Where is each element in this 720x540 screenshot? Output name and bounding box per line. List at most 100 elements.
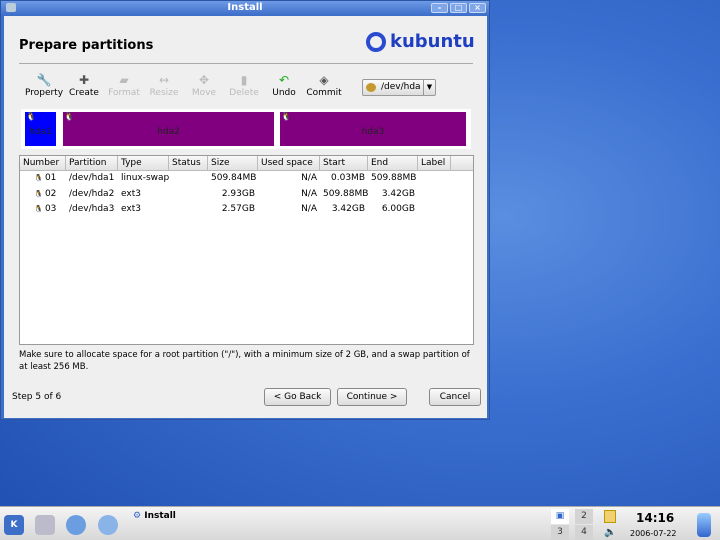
cell-type: ext3 <box>121 204 141 214</box>
divider <box>19 63 473 64</box>
cell-size: 2.93GB <box>221 188 255 199</box>
desktop-1[interactable]: ▣ <box>551 509 569 524</box>
partition-block-hda1[interactable]: 🐧 hda1 <box>25 112 56 146</box>
cell-size: 2.57GB <box>221 204 255 214</box>
desktop-3[interactable]: 3 <box>551 525 569 540</box>
tux-icon: 🐧 <box>34 174 45 182</box>
partition-hint: Make sure to allocate space for a root p… <box>19 350 470 372</box>
cell-status <box>169 171 208 187</box>
cell-status <box>169 202 208 218</box>
desktop-icon[interactable] <box>35 515 55 535</box>
table-row[interactable]: 🐧 02/dev/hda2 ext3 2.93GB N/A 509.88MB 3.42GB <box>20 187 473 203</box>
move-icon: ✥ <box>198 73 210 87</box>
device-select[interactable]: /dev/hda ▼ <box>362 79 436 96</box>
wrench-icon: 🔧 <box>36 73 52 87</box>
desktop-4[interactable]: 4 <box>575 525 593 540</box>
partition-block-hda3[interactable]: 🐧 hda3 <box>280 112 466 146</box>
cell-end: 3.42GB <box>381 188 415 199</box>
resize-button[interactable]: ↔ Resize <box>144 72 184 98</box>
partition-toolbar: 🔧 Property ✚ Create ▰ Format ↔ Resize ✥ Move … <box>24 72 344 98</box>
undo-button[interactable]: ↶ Undo <box>264 72 304 98</box>
clipboard-icon[interactable] <box>604 510 616 523</box>
konqueror-icon[interactable] <box>66 515 86 535</box>
clock-date[interactable]: 2006-07-22 <box>630 529 677 538</box>
trash-icon: ▮ <box>240 73 248 87</box>
maximize-button[interactable]: □ <box>450 3 467 13</box>
cell-label <box>418 171 451 187</box>
create-icon: ✚ <box>78 73 90 87</box>
property-button[interactable]: 🔧 Property <box>24 72 64 98</box>
chevron-down-icon[interactable]: ▼ <box>423 80 435 95</box>
cell-used-space: N/A <box>301 204 317 214</box>
tux-icon: 🐧 <box>281 112 291 121</box>
cell-type: linux-swap <box>121 173 170 183</box>
install-icon: ⚙ <box>133 511 142 521</box>
col-start[interactable]: Start <box>320 156 368 170</box>
clock-time[interactable]: 14:16 <box>636 511 674 525</box>
minimize-button[interactable]: – <box>431 3 448 13</box>
cell-type: ext3 <box>121 188 141 199</box>
col-number[interactable]: Number <box>20 156 66 170</box>
tux-icon: 🐧 <box>34 189 45 198</box>
cell-start: 0.03MB <box>331 173 365 183</box>
app-icon[interactable] <box>6 3 16 12</box>
create-button[interactable]: ✚ Create <box>64 72 104 98</box>
continue-button[interactable]: Continue > <box>337 388 407 406</box>
cell-used-space: N/A <box>301 173 317 183</box>
install-window: Install – □ × Prepare partitions kubuntu 🔧… <box>0 0 490 420</box>
cell-number: 🐧 03 <box>34 204 57 214</box>
cell-end: 509.88MB <box>371 173 417 183</box>
tux-icon: 🐧 <box>64 112 74 121</box>
cell-end: 6.00GB <box>381 204 415 214</box>
partition-block-hda2[interactable]: 🐧 hda2 <box>63 112 274 146</box>
close-button[interactable]: × <box>469 3 486 13</box>
tux-icon: 🐧 <box>26 112 36 121</box>
partition-bar: 🐧 hda1 🐧 hda2 🐧 hda3 <box>21 109 471 149</box>
cell-label <box>418 187 451 203</box>
partition-table[interactable]: Number Partition Type Status Size Used s… <box>19 155 474 345</box>
step-indicator: Step 5 of 6 <box>12 392 62 402</box>
page-title: Prepare partitions <box>19 38 154 53</box>
commit-icon: ◈ <box>319 73 329 87</box>
eraser-icon: ▰ <box>119 73 129 87</box>
cancel-button[interactable]: Cancel <box>429 388 481 406</box>
move-button[interactable]: ✥ Move <box>184 72 224 98</box>
go-back-button[interactable]: < Go Back <box>264 388 331 406</box>
format-button[interactable]: ▰ Format <box>104 72 144 98</box>
cell-partition: /dev/hda3 <box>69 204 115 214</box>
col-type[interactable]: Type <box>118 156 169 170</box>
kubuntu-logo: kubuntu <box>366 31 475 52</box>
delete-button[interactable]: ▮ Delete <box>224 72 264 98</box>
browser-icon[interactable] <box>98 515 118 535</box>
col-status[interactable]: Status <box>169 156 208 170</box>
col-end[interactable]: End <box>368 156 418 170</box>
task-install[interactable]: ⚙ Install <box>133 511 176 521</box>
title-bar[interactable]: Install – □ × <box>1 1 489 15</box>
table-row[interactable]: 🐧 01/dev/hda1 linux-swap 509.84MB N/A 0.03MB… <box>20 171 473 187</box>
col-size[interactable]: Size <box>208 156 258 170</box>
cell-partition: /dev/hda2 <box>69 188 115 199</box>
cell-size: 509.84MB <box>211 173 257 183</box>
cell-start: 3.42GB <box>331 204 365 214</box>
desktop-2[interactable]: 2 <box>575 509 593 524</box>
cell-used-space: N/A <box>301 188 317 199</box>
col-partition[interactable]: Partition <box>66 156 118 170</box>
cell-start: 509.88MB <box>323 188 369 199</box>
window-content: Prepare partitions kubuntu 🔧 Property ✚ Cr… <box>4 16 487 418</box>
trash-icon[interactable] <box>697 513 711 537</box>
cell-number: 🐧 01 <box>34 173 57 183</box>
table-row[interactable]: 🐧 03/dev/hda3 ext3 2.57GB N/A 3.42GB 6.00GB <box>20 202 473 218</box>
cell-status <box>169 187 208 203</box>
resize-icon: ↔ <box>158 73 170 87</box>
table-header: Number Partition Type Status Size Used s… <box>20 156 473 171</box>
undo-icon: ↶ <box>278 73 290 87</box>
volume-icon[interactable]: 🔈 <box>604 527 616 538</box>
col-used-space[interactable]: Used space <box>258 156 320 170</box>
cell-partition: /dev/hda1 <box>69 173 115 183</box>
commit-button[interactable]: ◈ Commit <box>304 72 344 98</box>
taskbar: K ⚙ Install ▣ 2 3 4 🔈 14:16 2006-07-22 <box>0 506 720 540</box>
cell-label <box>418 202 451 218</box>
cell-number: 🐧 02 <box>34 188 57 199</box>
kde-menu-icon[interactable]: K <box>4 515 24 535</box>
col-label[interactable]: Label <box>418 156 451 170</box>
